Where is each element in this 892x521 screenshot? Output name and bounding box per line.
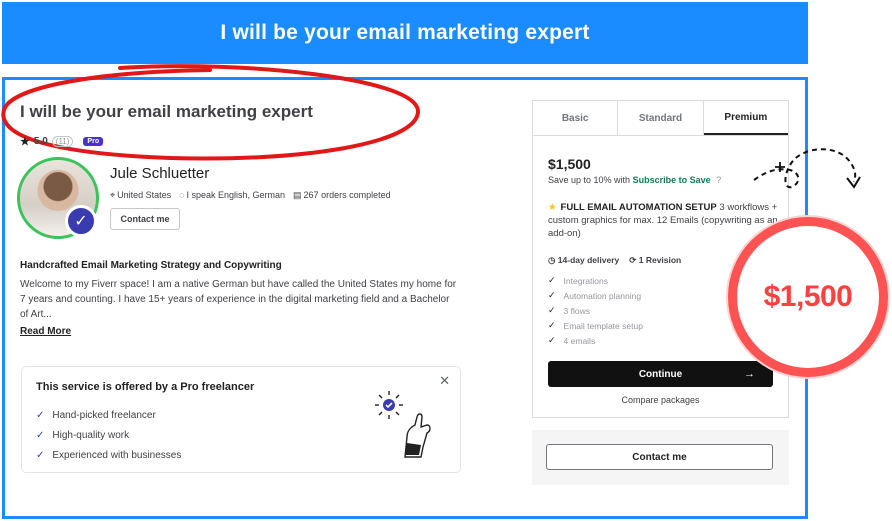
feature-list: ✓ Integrations ✓ Automation planning ✓ 3 fl… [548,273,643,348]
package-description: ★ FULL EMAIL AUTOMATION SETUP 3 workflows… [548,201,778,240]
read-more-link[interactable]: Read More [20,326,71,337]
list-item: ✓ High-quality work [36,425,181,445]
check-icon: ✓ [548,335,556,345]
price-callout: $1,500 [728,217,888,377]
clock-icon: ◷ [548,255,556,265]
refresh-icon: ⟳ [629,255,637,265]
check-icon: ✓ [548,305,556,315]
description-heading: Handcrafted Email Marketing Strategy and… [20,260,282,271]
verified-check-icon: ✓ [65,205,97,237]
pro-card-title: This service is offered by a Pro freelan… [36,381,255,393]
seller-languages-text: I speak English, German [186,190,286,200]
tab-basic[interactable]: Basic [533,101,619,135]
gig-title: I will be your email marketing expert [20,102,313,121]
star-icon: ★ [20,136,30,148]
list-item: ✓ Automation planning [548,288,643,303]
list-item: ✓ Integrations [548,273,643,288]
package-price: $1,500 [548,156,591,172]
seller-country-text: United States [117,190,172,200]
tab-premium[interactable]: Premium [703,101,788,135]
help-icon[interactable]: ? [716,175,721,185]
rating-row: ★ 5.0 (11) Pro [20,135,104,148]
price-callout-text: $1,500 [763,280,853,313]
revisions: ⟳ 1 Revision [629,255,681,266]
list-item: ✓ 3 flows [548,303,643,318]
save-line: Save up to 10% with Subscribe to Save ? [548,175,721,185]
feature-label: Automation planning [563,290,642,301]
pro-illustration-icon [375,391,431,458]
check-icon: ✓ [36,429,45,441]
rating-value: 5.0 [33,136,48,147]
delivery-row: ◷ 14-day delivery ⟳ 1 Revision [548,255,681,266]
subscribe-to-save-link[interactable]: Subscribe to Save [633,175,711,185]
pro-badge: Pro [83,137,104,146]
list-item: ✓ Experienced with businesses [36,445,181,465]
package-tabs: Basic Standard Premium [533,101,788,136]
pro-freelancer-card: This service is offered by a Pro freelan… [21,366,461,473]
continue-label: Continue [638,368,683,380]
contact-box: Contact me [532,430,789,485]
feature-label: 3 flows [563,305,591,316]
delivery-time: ◷ 14-day delivery [548,255,619,266]
continue-button[interactable]: Continue → [548,361,773,387]
tab-standard[interactable]: Standard [618,101,704,135]
description-body: Welcome to my Fiverr space! I am a nativ… [20,279,457,320]
orders-box-icon: ▤ [293,190,302,200]
banner: I will be your email marketing expert [2,2,808,64]
rating-count[interactable]: (11) [51,136,74,147]
location-pin-icon: ⌖ [110,190,116,200]
star-icon: ★ [548,202,557,213]
arrow-right-icon: → [744,368,755,380]
seller-avatar[interactable]: ✓ [17,157,99,239]
seller-orders-text: 267 orders completed [303,190,391,200]
check-icon: ✓ [548,320,556,330]
close-icon[interactable]: ✕ [439,373,450,389]
pro-card-list: ✓ Hand-picked freelancer ✓ High-quality wo… [36,405,181,465]
seller-meta: ⌖ United States ◌ I speak English, German … [110,190,391,201]
seller-name[interactable]: Jule Schluetter [110,165,209,182]
pro-card-item: Experienced with businesses [52,449,182,461]
feature-label: 4 emails [563,335,596,346]
save-prefix: Save up to 10% with [548,175,631,185]
seller-languages: ◌ I speak English, German [179,190,285,201]
list-item: ✓ Email template setup [548,318,643,333]
pro-card-item: Hand-picked freelancer [52,409,156,421]
speech-bubble-icon: ◌ [179,190,185,200]
contact-me-button[interactable]: Contact me [110,208,180,230]
pro-card-item: High-quality work [52,429,130,441]
seller-orders: ▤ 267 orders completed [293,190,391,201]
package-title: FULL EMAIL AUTOMATION SETUP [560,202,717,213]
check-icon: ✓ [548,275,556,285]
dashed-arrow-doodle [753,148,861,189]
revisions-text: 1 Revision [638,255,682,265]
list-item: ✓ Hand-picked freelancer [36,405,181,425]
contact-me-large-button[interactable]: Contact me [546,444,773,470]
feature-label: Email template setup [563,320,643,331]
feature-label: Integrations [563,275,608,286]
banner-title: I will be your email marketing expert [220,21,590,44]
compare-packages-link[interactable]: Compare packages [533,395,788,405]
check-icon: ✓ [36,449,45,461]
delivery-text: 14-day delivery [557,255,620,265]
check-icon: ✓ [548,290,556,300]
list-item: ✓ 4 emails [548,333,643,348]
seller-country: ⌖ United States [110,190,171,201]
check-icon: ✓ [36,409,45,421]
